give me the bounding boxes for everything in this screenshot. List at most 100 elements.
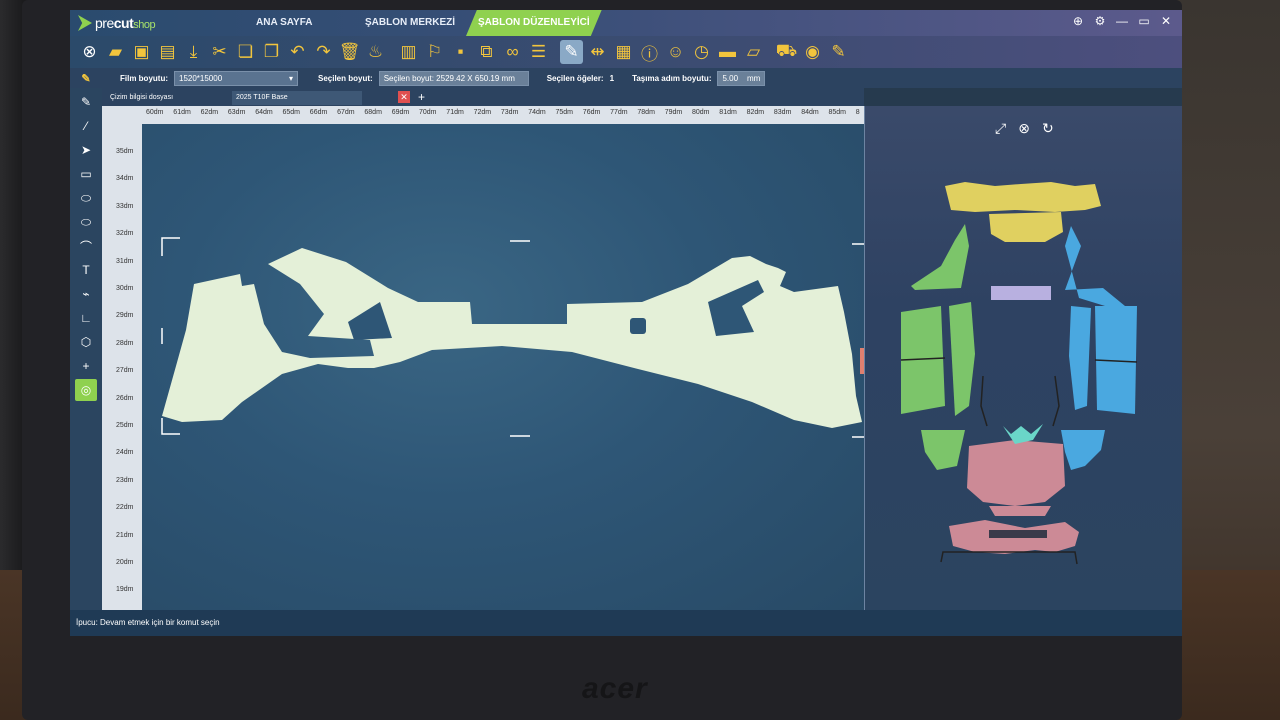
logo-text-pre: pre bbox=[95, 15, 114, 31]
nav-tab-template-editor[interactable]: ŞABLON DÜZENLEYİCİ bbox=[466, 10, 602, 36]
step-size-unit: mm bbox=[746, 73, 761, 83]
add-tab-icon[interactable]: + bbox=[418, 90, 425, 104]
pen-icon: ✎ bbox=[81, 72, 91, 85]
close-tab-icon[interactable]: ✕ bbox=[398, 91, 410, 103]
drawing-canvas[interactable]: 35dm 34dm 33dm 32dm 31dm 30dm 29dm 28dm 27dm 26dm… bbox=[102, 106, 864, 610]
preview-part-right-fender bbox=[1061, 430, 1105, 470]
settings-icon[interactable]: ⚙ bbox=[1092, 14, 1108, 28]
close-icon[interactable]: ⊗ bbox=[78, 40, 101, 64]
film-size-label: Film boyutu: bbox=[120, 73, 168, 83]
preview-part-left-pillar bbox=[911, 224, 969, 290]
add-point-icon[interactable]: + bbox=[75, 355, 97, 377]
preview-part-right-door-rear bbox=[1069, 306, 1091, 410]
link-icon[interactable]: ∞ bbox=[501, 40, 524, 64]
eye-icon[interactable]: ◉ bbox=[801, 40, 824, 64]
ruler-icon[interactable]: ▬ bbox=[716, 40, 739, 64]
options-bar: ✎ Film boyutu: 1520*15000 ▾ Seçilen boyut… bbox=[70, 68, 1182, 88]
text-tool-icon[interactable]: T bbox=[75, 259, 97, 281]
close-window-button[interactable]: ✕ bbox=[1158, 14, 1174, 28]
undo-icon[interactable]: ↶ bbox=[286, 40, 309, 64]
preview-part-right-pillar bbox=[1065, 226, 1125, 306]
tab-2025-t10f-base[interactable]: 2025 T10F Base bbox=[232, 91, 362, 105]
status-bar: İpucu: Devam etmek için bir komut seçin bbox=[70, 610, 1182, 636]
canvas-shapes bbox=[161, 237, 864, 438]
laptop-frame: acer precutshop ANA SAYFA ŞABLON MERKEZİ… bbox=[22, 0, 1182, 720]
step-size-field[interactable]: 5.00 mm bbox=[717, 70, 766, 86]
selected-items-label: Seçilen öğeler: bbox=[546, 73, 604, 83]
selected-items-value: 1 bbox=[609, 73, 615, 83]
target-tool-icon[interactable]: ◎ bbox=[75, 379, 97, 401]
save-icon[interactable]: ▣ bbox=[130, 40, 153, 64]
nav-tab-template-center[interactable]: ŞABLON MERKEZİ bbox=[365, 10, 455, 36]
main-toolbar: ⊗ ▰ ▣ ▤ ⤓ ✂ ❏ ❐ ↶ ↷ 🗑 ♨ ▥ ⚐ ▪ ⧉ ∞ ☰ ✎ ⇹ ▦ ⓘ ☺ ◷ ▬ ▱ ⛟ ◉ ✎ bbox=[70, 36, 1182, 68]
tab-drawing-info[interactable]: Çizim bilgisi dosyası bbox=[106, 91, 177, 105]
clock-icon[interactable]: ◷ bbox=[690, 40, 713, 64]
step-size-label: Taşıma adım boyutu: bbox=[632, 73, 712, 83]
print-icon[interactable]: ▤ bbox=[156, 40, 179, 64]
step-size-value: 5.00 bbox=[722, 73, 739, 83]
line-tool-icon[interactable]: ⁄ bbox=[75, 115, 97, 137]
film-size-value: 1520*15000 bbox=[179, 73, 223, 83]
arrow-tool-icon[interactable]: ➤ bbox=[75, 139, 97, 161]
align-left-icon[interactable]: ▥ bbox=[397, 40, 420, 64]
broom-icon[interactable]: ♨ bbox=[364, 40, 387, 64]
merge-icon[interactable]: ⧉ bbox=[475, 40, 498, 64]
angle-tool-icon[interactable]: ∟ bbox=[75, 307, 97, 329]
minimize-button[interactable]: — bbox=[1114, 14, 1130, 28]
app-window: precutshop ANA SAYFA ŞABLON MERKEZİ ŞABL… bbox=[70, 10, 1182, 636]
brush-icon[interactable]: ✎ bbox=[560, 40, 583, 64]
preview-panel: ⤢ ⊗ ↻ bbox=[864, 106, 1182, 610]
folder-icon[interactable]: ▰ bbox=[104, 40, 127, 64]
clipboard-icon[interactable]: ✎ bbox=[827, 40, 850, 64]
preview-part-windshield bbox=[989, 212, 1063, 242]
selected-size-field[interactable]: Seçilen boyut: 2529.42 X 650.19 mm bbox=[378, 70, 529, 86]
preview-part-hood-lip bbox=[989, 506, 1051, 516]
rectangle-tool-icon[interactable]: ▭ bbox=[75, 163, 97, 185]
maximize-button[interactable]: ▭ bbox=[1136, 14, 1152, 28]
selected-size-label: Seçilen boyut: bbox=[318, 73, 373, 83]
eraser-icon[interactable]: ▱ bbox=[742, 40, 765, 64]
logo-text-cut: cut bbox=[113, 15, 134, 31]
car-parts-preview bbox=[900, 182, 1138, 565]
copy-icon[interactable]: ❏ bbox=[234, 40, 257, 64]
distribute-icon[interactable]: ⇹ bbox=[586, 40, 609, 64]
paint-remove-icon[interactable]: ⚐ bbox=[423, 40, 446, 64]
logo-mark-icon bbox=[78, 15, 92, 31]
export-icon[interactable]: ▦ bbox=[612, 40, 635, 64]
nav-tab-home[interactable]: ANA SAYFA bbox=[256, 10, 313, 36]
delete-icon[interactable]: 🗑 bbox=[338, 40, 361, 64]
download-icon[interactable]: ⤓ bbox=[182, 40, 205, 64]
arc-tool-icon[interactable]: ⌒ bbox=[75, 235, 97, 257]
preview-part-left-door-rear bbox=[949, 302, 975, 416]
preview-part-roof bbox=[945, 182, 1101, 212]
left-toolbar: ✎ ⁄ ➤ ▭ ⬭ ⬭ ⌒ T ⌁ ∟ ⬡ + ◎ bbox=[70, 88, 102, 610]
bumper-template-shape[interactable] bbox=[162, 248, 862, 428]
shape-cutout bbox=[630, 318, 646, 334]
stack-icon[interactable]: ☰ bbox=[527, 40, 550, 64]
logo-text-shop: shop bbox=[133, 19, 156, 31]
edit-tool-icon[interactable]: ✎ bbox=[75, 91, 97, 113]
add-circle-icon[interactable]: ⊕ bbox=[1070, 14, 1086, 28]
title-bar: precutshop ANA SAYFA ŞABLON MERKEZİ ŞABL… bbox=[70, 10, 1182, 36]
preview-part-hood bbox=[967, 440, 1065, 506]
document-tabs: Çizim bilgisi dosyası 2025 T10F Base ✕ + bbox=[102, 88, 864, 106]
pen-tool-icon[interactable]: ⌁ bbox=[75, 283, 97, 305]
info-icon[interactable]: ⓘ bbox=[638, 40, 661, 64]
polygon-tool-icon[interactable]: ⬭ bbox=[75, 211, 97, 233]
preview-part-left-fender bbox=[921, 430, 965, 470]
palette-icon[interactable]: ☺ bbox=[664, 40, 687, 64]
laptop-brand-logo: acer bbox=[582, 672, 648, 705]
window-controls: ⊕ ⚙ — ▭ ✕ bbox=[1070, 14, 1174, 28]
stamp-icon[interactable]: ▪ bbox=[449, 40, 472, 64]
ellipse-tool-icon[interactable]: ⬭ bbox=[75, 187, 97, 209]
shape-tool-icon[interactable]: ⬡ bbox=[75, 331, 97, 353]
scissors-icon[interactable]: ✂ bbox=[208, 40, 231, 64]
preview-part-strip bbox=[991, 286, 1051, 300]
car-select-icon[interactable]: ⛟ bbox=[775, 40, 798, 64]
paste-icon[interactable]: ❐ bbox=[260, 40, 283, 64]
film-size-select[interactable]: 1520*15000 ▾ bbox=[174, 70, 298, 86]
redo-icon[interactable]: ↷ bbox=[312, 40, 335, 64]
chevron-down-icon: ▾ bbox=[288, 73, 293, 83]
preview-part-outline bbox=[940, 551, 1078, 565]
preview-part-grille bbox=[989, 530, 1047, 538]
